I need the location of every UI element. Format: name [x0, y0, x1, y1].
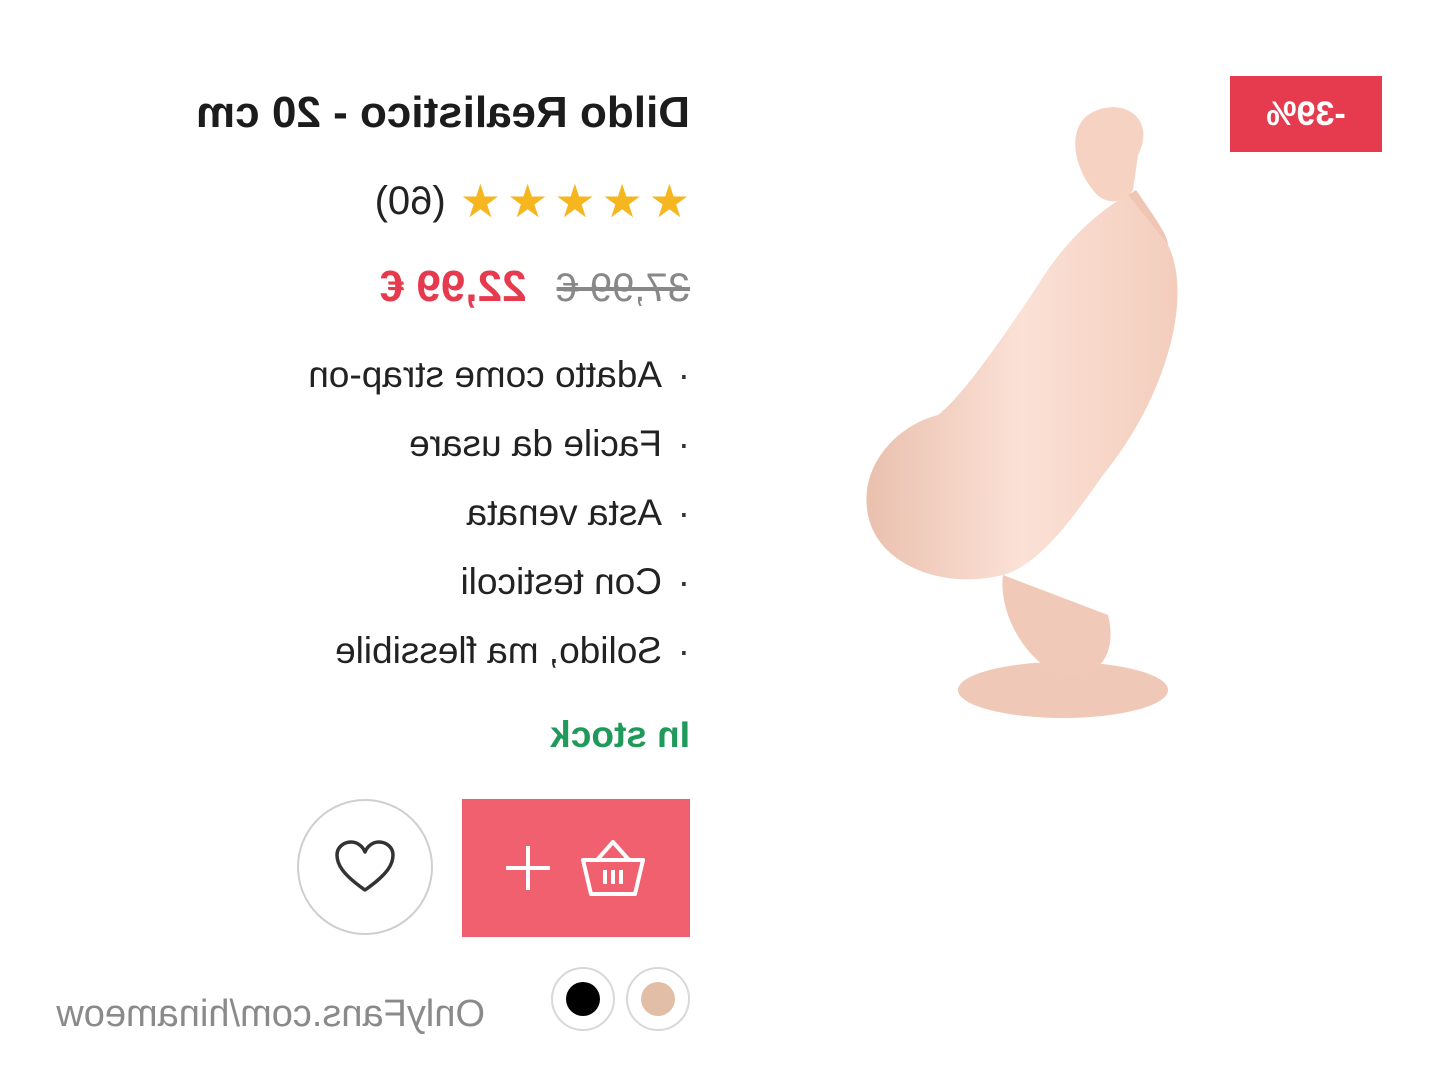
star-icon: ★	[507, 174, 549, 228]
swatch-dot	[566, 982, 600, 1016]
sale-price: 22,99 €	[379, 262, 527, 311]
feature-item: · Adatto come strap-on	[308, 346, 690, 415]
basket-icon	[581, 840, 645, 896]
bullet-icon: ·	[677, 354, 690, 395]
feature-label: Adatto come strap-on	[308, 354, 662, 395]
discount-badge: -39%	[1230, 76, 1382, 152]
bullet-icon: ·	[677, 561, 690, 602]
add-to-cart-button[interactable]	[462, 799, 690, 937]
color-swatch-beige[interactable]	[626, 967, 690, 1031]
bullet-icon: ·	[677, 492, 690, 533]
bullet-icon: ·	[677, 423, 690, 464]
star-icon: ★	[459, 174, 501, 228]
old-price: 37,99 €	[556, 266, 690, 310]
feature-item: · Asta venata	[308, 484, 690, 553]
star-icon: ★	[554, 174, 596, 228]
product-card: -39% Dildo Realistico - 20 cm ★ ★ ★ ★ ★ …	[0, 0, 1438, 1080]
feature-item: · Con testicoli	[308, 553, 690, 622]
feature-list: · Adatto come strap-on · Facile da usare ·…	[308, 346, 690, 691]
feature-label: Con testicoli	[460, 561, 662, 602]
feature-label: Facile da usare	[409, 423, 662, 464]
star-icon: ★	[648, 174, 690, 228]
product-photo	[866, 107, 1178, 718]
wishlist-button[interactable]	[297, 799, 433, 935]
rating-count: (60)	[374, 178, 446, 223]
feature-label: Solido, ma flessibile	[335, 630, 662, 671]
feature-item: · Facile da usare	[308, 415, 690, 484]
product-rating[interactable]: ★ ★ ★ ★ ★ (60)	[374, 174, 690, 228]
price-block: 37,99 € 22,99 €	[380, 262, 690, 312]
feature-item: · Solido, ma flessibile	[308, 622, 690, 691]
product-title[interactable]: Dildo Realistico - 20 cm	[196, 88, 690, 138]
watermark-text: OnlyFans.com/hinameow	[56, 993, 485, 1035]
color-swatch-black[interactable]	[551, 967, 615, 1031]
swatch-dot	[641, 982, 675, 1016]
heart-icon	[335, 840, 395, 892]
product-image[interactable]	[858, 95, 1198, 725]
discount-badge-label: -39%	[1266, 94, 1346, 133]
stock-status: In stock	[550, 714, 690, 755]
plus-icon	[506, 846, 550, 890]
feature-label: Asta venata	[466, 492, 662, 533]
bullet-icon: ·	[677, 630, 690, 671]
star-icon: ★	[601, 174, 643, 228]
